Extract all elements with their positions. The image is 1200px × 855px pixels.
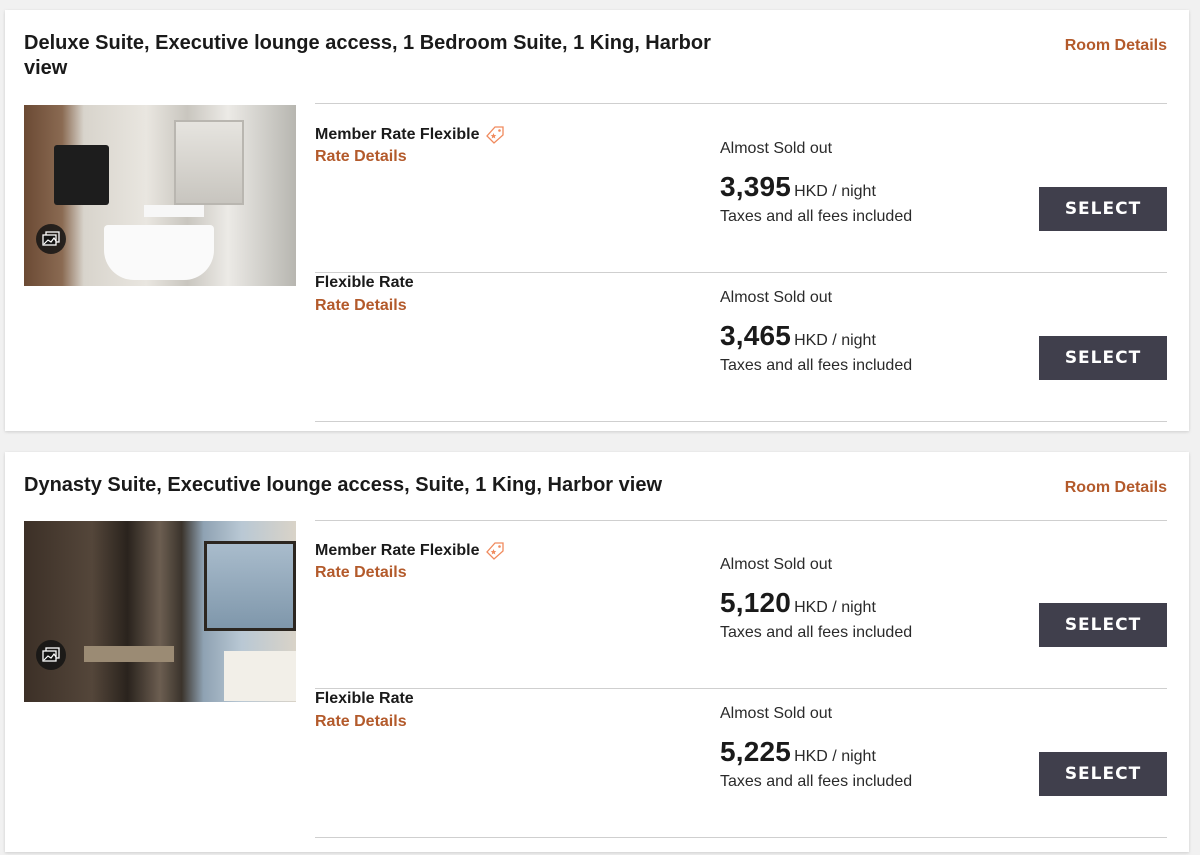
room-title: Dynasty Suite, Executive lounge access, … bbox=[24, 474, 662, 496]
photo-detail bbox=[84, 646, 174, 662]
price-amount: 3,395 bbox=[720, 171, 792, 202]
rate-details-link[interactable]: Rate Details bbox=[315, 297, 407, 315]
photo-detail bbox=[204, 541, 296, 631]
photo-gallery-icon[interactable] bbox=[36, 640, 66, 670]
room-title: Deluxe Suite, Executive lounge access, 1… bbox=[24, 32, 711, 79]
price: 3,395 HKD / night bbox=[720, 171, 876, 203]
photo-detail bbox=[79, 145, 109, 205]
room-card: Deluxe Suite, Executive lounge access, 1… bbox=[5, 10, 1189, 431]
rate-name: Flexible Rate bbox=[315, 690, 414, 708]
taxes-note: Taxes and all fees included bbox=[720, 357, 913, 374]
member-tag-icon bbox=[485, 542, 504, 560]
divider bbox=[315, 103, 1167, 104]
rate-name: Flexible Rate bbox=[315, 274, 414, 292]
availability-text: Almost Sold out bbox=[720, 289, 833, 306]
rate-details-link[interactable]: Rate Details bbox=[315, 564, 407, 582]
price: 3,465 HKD / night bbox=[720, 320, 876, 352]
room-details-link[interactable]: Room Details bbox=[1065, 37, 1167, 55]
taxes-note: Taxes and all fees included bbox=[720, 773, 913, 790]
room-photo[interactable] bbox=[24, 105, 296, 286]
price: 5,120 HKD / night bbox=[720, 587, 876, 619]
rate-row: Flexible Rate Rate Details Almost Sold o… bbox=[315, 274, 1167, 422]
price-unit: HKD / night bbox=[794, 599, 876, 616]
room-card: Dynasty Suite, Executive lounge access, … bbox=[5, 452, 1189, 852]
divider bbox=[315, 421, 1167, 422]
photo-detail bbox=[224, 651, 296, 701]
rate-row: Flexible Rate Rate Details Almost Sold o… bbox=[315, 690, 1167, 838]
select-button[interactable]: SELECT bbox=[1039, 187, 1167, 231]
rate-name-label: Member Rate Flexible bbox=[315, 542, 480, 559]
rate-row: Member Rate Flexible Rate Details Almost… bbox=[315, 125, 1167, 273]
room-photo[interactable] bbox=[24, 521, 296, 702]
member-tag-icon bbox=[485, 126, 504, 144]
price-unit: HKD / night bbox=[794, 748, 876, 765]
price-amount: 3,465 bbox=[720, 320, 792, 351]
photo-detail bbox=[174, 120, 244, 205]
taxes-note: Taxes and all fees included bbox=[720, 208, 913, 225]
photo-gallery-icon[interactable] bbox=[36, 224, 66, 254]
photo-detail bbox=[104, 225, 214, 280]
select-button[interactable]: SELECT bbox=[1039, 752, 1167, 796]
availability-text: Almost Sold out bbox=[720, 140, 833, 157]
rate-details-link[interactable]: Rate Details bbox=[315, 148, 407, 166]
divider bbox=[315, 837, 1167, 838]
rate-name-label: Flexible Rate bbox=[315, 274, 414, 291]
availability-text: Almost Sold out bbox=[720, 705, 833, 722]
price: 5,225 HKD / night bbox=[720, 736, 876, 768]
room-details-link[interactable]: Room Details bbox=[1065, 479, 1167, 497]
price-amount: 5,225 bbox=[720, 736, 792, 767]
divider bbox=[315, 688, 1167, 689]
select-button[interactable]: SELECT bbox=[1039, 336, 1167, 380]
divider bbox=[315, 272, 1167, 273]
select-button[interactable]: SELECT bbox=[1039, 603, 1167, 647]
availability-text: Almost Sold out bbox=[720, 556, 833, 573]
rate-row: Member Rate Flexible Rate Details Almost… bbox=[315, 541, 1167, 689]
price-amount: 5,120 bbox=[720, 587, 792, 618]
divider bbox=[315, 520, 1167, 521]
price-unit: HKD / night bbox=[794, 332, 876, 349]
rate-name: Member Rate Flexible bbox=[315, 541, 505, 561]
rate-name: Member Rate Flexible bbox=[315, 125, 505, 145]
taxes-note: Taxes and all fees included bbox=[720, 624, 913, 641]
price-unit: HKD / night bbox=[794, 183, 876, 200]
rate-details-link[interactable]: Rate Details bbox=[315, 713, 407, 731]
photo-detail bbox=[144, 205, 204, 217]
rate-name-label: Flexible Rate bbox=[315, 690, 414, 707]
rate-name-label: Member Rate Flexible bbox=[315, 126, 480, 143]
